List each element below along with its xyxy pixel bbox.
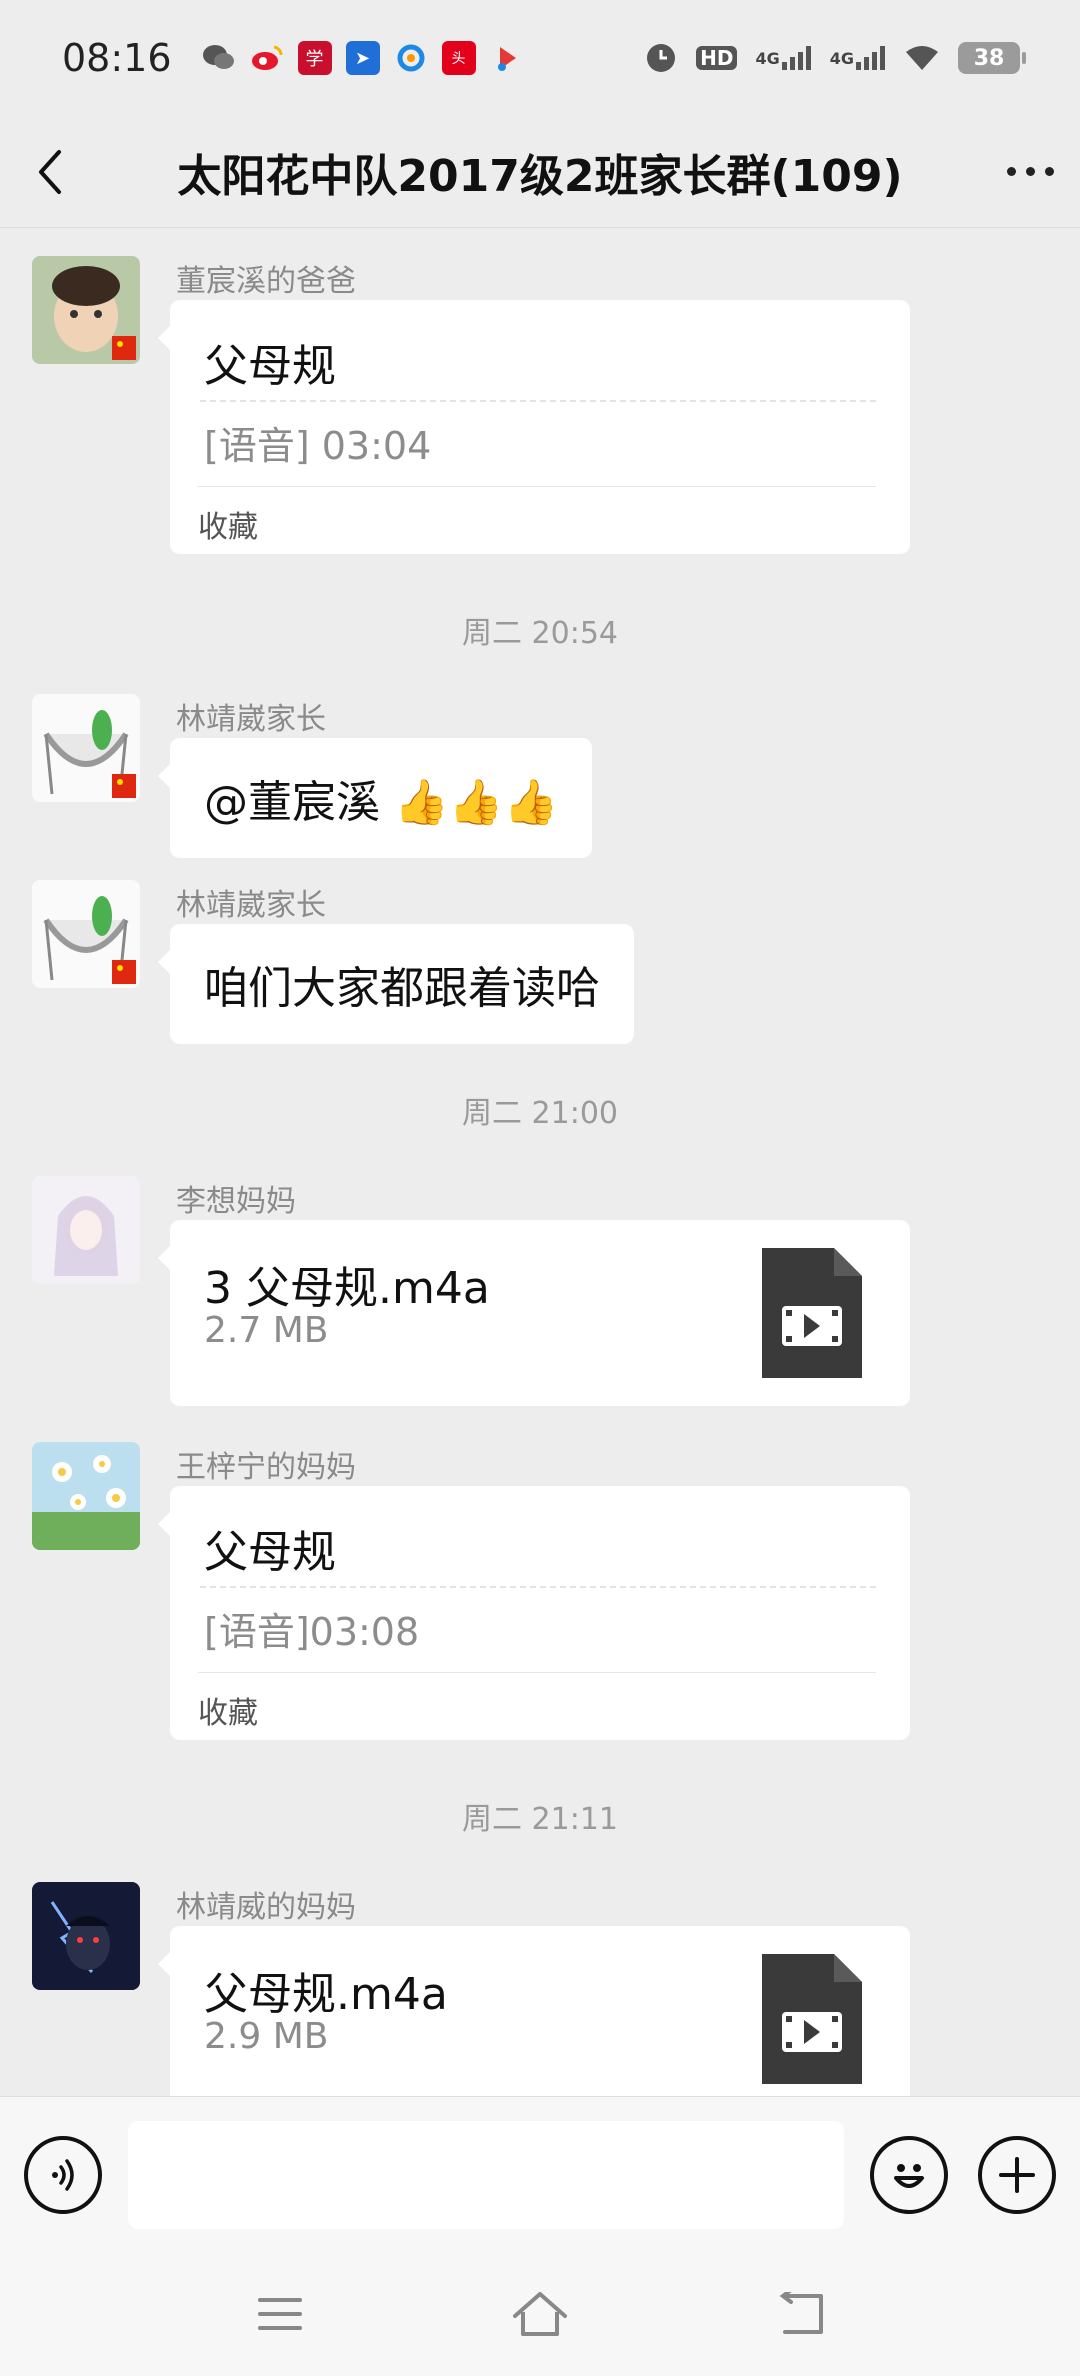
- card-title: 父母规: [204, 1527, 336, 1578]
- video-file-icon: [762, 1954, 862, 2084]
- voice-input-button[interactable]: [24, 2135, 102, 2214]
- time-separator: 周二 20:54: [462, 616, 618, 651]
- home-button[interactable]: [500, 2274, 580, 2354]
- weibo-icon: [250, 41, 284, 75]
- status-right: HD 4G 4G 38: [644, 41, 1026, 75]
- video-icon: [490, 41, 524, 75]
- more-dot-icon: [1044, 167, 1054, 176]
- xuexi-icon: 学: [297, 41, 332, 75]
- file-name: 3 父母规.m4a: [204, 1263, 490, 1314]
- sender-name: 林靖崴家长: [176, 888, 326, 923]
- message-item: 李想妈妈 3 父母规.m4a 2.7 MB: [32, 1176, 1032, 1406]
- divider: [200, 400, 876, 402]
- battery-indicator: 38: [958, 42, 1026, 74]
- alarm-icon: [644, 41, 678, 75]
- message-text: 咱们大家都跟着读哈: [204, 963, 600, 1014]
- card-subtitle: [语音] 03:04: [204, 424, 432, 468]
- more-dot-icon: [1006, 167, 1016, 176]
- text-message-bubble[interactable]: 咱们大家都跟着读哈: [158, 924, 634, 1044]
- card-footer: 收藏: [198, 510, 258, 545]
- page-title: 太阳花中队2017级2班家长群(109): [177, 150, 903, 202]
- back-button[interactable]: [0, 116, 100, 228]
- 4g-signal-icon: 4G: [830, 46, 886, 70]
- message-item: 林靖崴家长 @董宸溪 👍👍👍: [32, 694, 1032, 858]
- divider: [200, 1586, 876, 1588]
- plus-icon: [999, 2156, 1035, 2193]
- input-bar: [0, 2096, 1080, 2252]
- chevron-left-icon: [39, 149, 61, 194]
- system-nav-bar: [0, 2252, 1080, 2376]
- wechat-icon: [202, 41, 236, 75]
- card-footer: 收藏: [198, 1696, 258, 1731]
- sender-name: 王梓宁的妈妈: [176, 1450, 356, 1485]
- avatar[interactable]: [32, 694, 140, 802]
- message-text: @董宸溪 👍👍👍: [204, 777, 559, 828]
- emoji-button[interactable]: [870, 2135, 948, 2214]
- message-item: 林靖威的妈妈 父母规.m4a 2.9 MB: [32, 1882, 1032, 2096]
- file-message-card[interactable]: 父母规.m4a 2.9 MB: [158, 1926, 910, 2096]
- file-size: 2.9 MB: [204, 2016, 329, 2057]
- chat-header: 太阳花中队2017级2班家长群(109): [0, 116, 1080, 228]
- avatar[interactable]: [32, 1176, 140, 1284]
- app-icon: ➤: [345, 41, 380, 75]
- divider: [198, 486, 876, 487]
- status-time: 08:16: [62, 36, 172, 80]
- menu-icon: [258, 2298, 302, 2330]
- message-item: 董宸溪的爸爸 父母规 [语音] 03:04 收藏: [32, 256, 1032, 586]
- text-message-bubble[interactable]: @董宸溪 👍👍👍: [157, 738, 593, 858]
- more-options-button[interactable]: [980, 116, 1080, 228]
- voice-icon: [52, 2158, 74, 2191]
- file-message-card[interactable]: 3 父母规.m4a 2.7 MB: [158, 1220, 910, 1406]
- message-input[interactable]: [128, 2120, 844, 2229]
- time-separator: 周二 21:00: [462, 1096, 618, 1131]
- news-icon: 头: [441, 41, 476, 75]
- message-item: 王梓宁的妈妈 父母规 [语音]03:08 收藏: [32, 1442, 1032, 1772]
- sender-name: 李想妈妈: [176, 1184, 296, 1219]
- message-item: 林靖崴家长 咱们大家都跟着读哈: [32, 880, 1032, 1044]
- avatar[interactable]: [32, 880, 140, 988]
- sender-name: 林靖威的妈妈: [176, 1890, 356, 1925]
- chat-record-card[interactable]: 父母规 [语音]03:08 收藏: [158, 1486, 910, 1740]
- avatar[interactable]: [32, 256, 140, 364]
- home-icon: [513, 2292, 567, 2336]
- card-subtitle: [语音]03:08: [204, 1610, 420, 1654]
- 4g-signal-icon: 4G: [755, 46, 811, 70]
- sender-name: 林靖崴家长: [176, 702, 326, 737]
- back-icon: [779, 2292, 823, 2334]
- video-file-icon: [762, 1248, 862, 1378]
- file-size: 2.7 MB: [204, 1310, 329, 1351]
- chat-message-list[interactable]: 董宸溪的爸爸 父母规 [语音] 03:04 收藏 周二 20:54 林靖崴家长 …: [0, 228, 1080, 2096]
- time-separator: 周二 21:11: [462, 1802, 618, 1837]
- divider: [198, 1672, 876, 1673]
- sender-name: 董宸溪的爸爸: [176, 264, 356, 299]
- file-name: 父母规.m4a: [204, 1969, 448, 2020]
- more-dot-icon: [1025, 167, 1035, 176]
- smiley-icon: [894, 2163, 924, 2188]
- menu-button[interactable]: [240, 2274, 320, 2354]
- chat-record-card[interactable]: 父母规 [语音] 03:04 收藏: [158, 300, 910, 554]
- more-functions-button[interactable]: [978, 2135, 1056, 2214]
- browser-icon: [394, 41, 428, 75]
- avatar[interactable]: [32, 1442, 140, 1550]
- back-nav-button[interactable]: [760, 2274, 840, 2354]
- card-title: 父母规: [204, 341, 336, 392]
- wifi-icon: [904, 44, 940, 72]
- hd-icon: HD: [696, 46, 738, 70]
- notification-icons: 学 ➤ 头: [202, 41, 524, 75]
- avatar[interactable]: [32, 1882, 140, 1990]
- status-bar: 08:16 学 ➤ 头 HD 4G 4G 38: [0, 0, 1080, 116]
